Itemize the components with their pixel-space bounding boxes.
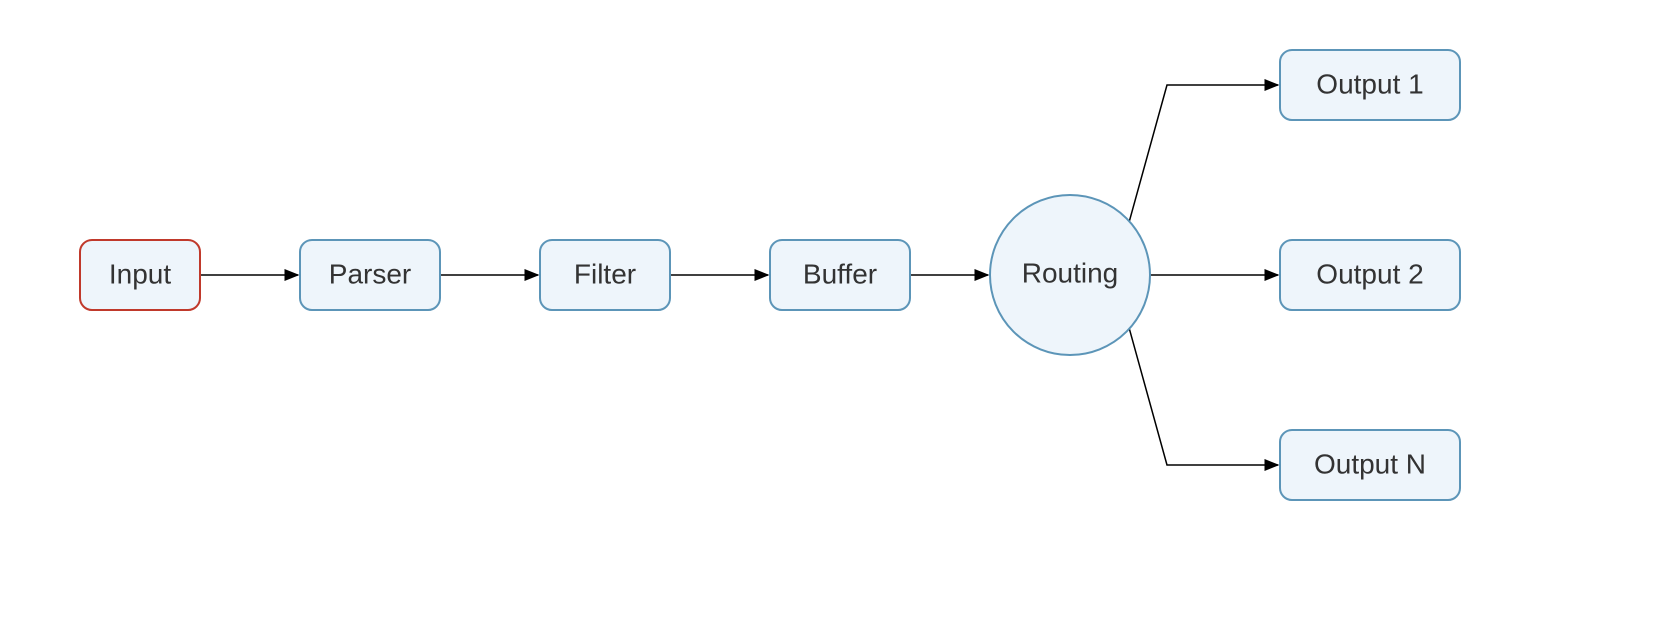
node-buffer-label: Buffer bbox=[803, 258, 877, 289]
node-parser-label: Parser bbox=[329, 258, 411, 289]
node-input: Input bbox=[80, 240, 200, 310]
node-output2: Output 2 bbox=[1280, 240, 1460, 310]
node-filter-label: Filter bbox=[574, 258, 636, 289]
node-routing-label: Routing bbox=[1022, 257, 1119, 288]
node-outputN-label: Output N bbox=[1314, 448, 1426, 479]
edge-routing-output1 bbox=[1129, 85, 1278, 221]
node-input-label: Input bbox=[109, 258, 171, 289]
node-routing: Routing bbox=[990, 195, 1150, 355]
flow-diagram: Input Parser Filter Buffer Routing Outpu… bbox=[0, 0, 1672, 636]
node-buffer: Buffer bbox=[770, 240, 910, 310]
node-output1-label: Output 1 bbox=[1316, 68, 1423, 99]
node-outputN: Output N bbox=[1280, 430, 1460, 500]
node-output1: Output 1 bbox=[1280, 50, 1460, 120]
node-parser: Parser bbox=[300, 240, 440, 310]
edge-routing-outputN bbox=[1129, 329, 1278, 465]
node-output2-label: Output 2 bbox=[1316, 258, 1423, 289]
node-filter: Filter bbox=[540, 240, 670, 310]
